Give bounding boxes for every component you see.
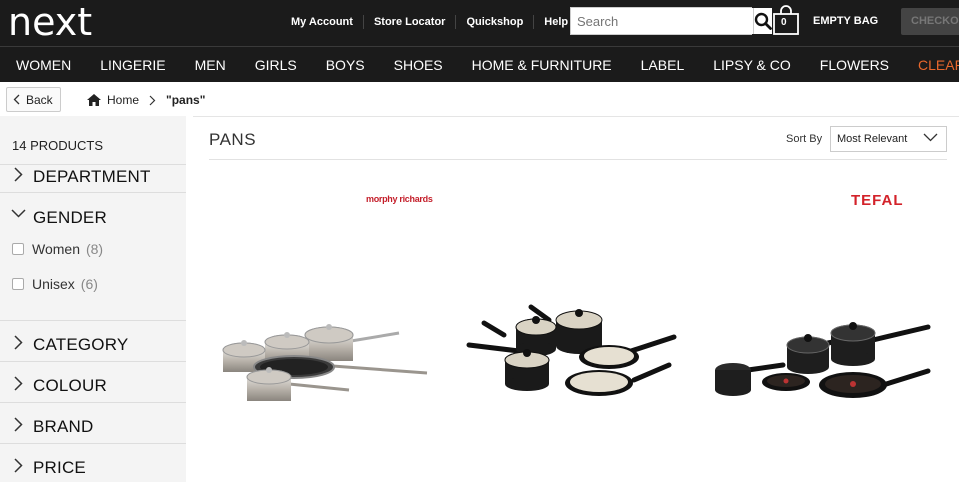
checkbox[interactable] <box>12 243 24 255</box>
nav-boys[interactable]: BOYS <box>326 48 365 82</box>
nav-women[interactable]: WOMEN <box>16 48 71 82</box>
home-icon[interactable] <box>87 94 101 106</box>
chevron-down-icon[interactable] <box>11 209 26 218</box>
chevron-right-icon <box>14 458 23 473</box>
sort-label: Sort By <box>786 133 823 145</box>
chevron-right-icon <box>14 417 23 432</box>
product-card[interactable] <box>209 175 439 475</box>
product-card[interactable] <box>708 175 938 475</box>
quickshop-link[interactable]: Quickshop <box>456 15 535 29</box>
filter-colour-label: COLOUR <box>33 376 107 395</box>
breadcrumb-home[interactable]: Home <box>107 93 139 107</box>
breadcrumb-divider <box>193 116 959 117</box>
breadcrumb-current: "pans" <box>166 93 206 107</box>
filter-price-label: PRICE <box>33 458 86 477</box>
option-count: (6) <box>80 276 98 292</box>
filter-brand-label: BRAND <box>33 417 94 436</box>
search-icon <box>754 12 772 30</box>
my-account-link[interactable]: My Account <box>281 15 364 29</box>
filter-gender-label[interactable]: GENDER <box>33 208 107 228</box>
filter-price[interactable]: PRICE <box>0 443 186 482</box>
main-nav: WOMEN LINGERIE MEN GIRLS BOYS SHOES HOME… <box>0 46 959 82</box>
nav-shoes[interactable]: SHOES <box>394 48 443 82</box>
breadcrumb: Home "pans" <box>87 91 205 109</box>
product-card[interactable] <box>459 175 689 475</box>
bag-label[interactable]: EMPTY BAG <box>813 15 878 27</box>
page-title: PANS <box>209 130 257 149</box>
nav-lipsy[interactable]: LIPSY & CO <box>713 48 791 82</box>
option-label: Women <box>32 241 80 257</box>
bag-count: 0 <box>781 17 787 28</box>
filter-department-label: DEPARTMENT <box>33 167 151 186</box>
chevron-left-icon <box>13 94 20 105</box>
sort-dropdown[interactable]: Most Relevant <box>830 126 947 152</box>
option-label: Unisex <box>32 276 75 292</box>
chevron-right-icon <box>14 335 23 350</box>
chevron-right-icon <box>14 376 23 391</box>
filter-department[interactable]: DEPARTMENT <box>0 164 186 192</box>
header-links: My Account Store Locator Quickshop Help <box>281 0 578 44</box>
site-logo[interactable]: next <box>8 2 92 42</box>
nav-men[interactable]: MEN <box>195 48 226 82</box>
store-locator-link[interactable]: Store Locator <box>364 15 457 29</box>
search-input[interactable] <box>571 8 753 34</box>
product-image-saucepan-set[interactable] <box>209 175 439 475</box>
filter-category[interactable]: CATEGORY <box>0 320 186 361</box>
nav-label[interactable]: LABEL <box>641 48 685 82</box>
search-button[interactable] <box>753 8 772 34</box>
filter-gender: GENDER Women (8) Unisex (6) <box>0 192 186 320</box>
filter-colour[interactable]: COLOUR <box>0 361 186 402</box>
filter-sidebar: 14 PRODUCTS DEPARTMENT GENDER Women (8) … <box>0 116 186 482</box>
chevron-right-icon <box>149 95 156 105</box>
title-divider <box>209 159 947 160</box>
nav-home-furniture[interactable]: HOME & FURNITURE <box>472 48 612 82</box>
gender-option-unisex[interactable]: Unisex (6) <box>12 276 98 292</box>
checkbox[interactable] <box>12 278 24 290</box>
filter-brand[interactable]: BRAND <box>0 402 186 443</box>
checkout-button[interactable]: CHECKOUT <box>901 8 959 35</box>
nav-clearance[interactable]: CLEARANCE <box>918 48 959 82</box>
search-box <box>570 7 772 35</box>
product-image-ceramic-pan-set[interactable] <box>459 175 689 475</box>
top-header: next My Account Store Locator Quickshop … <box>0 0 959 46</box>
nav-flowers[interactable]: FLOWERS <box>820 48 889 82</box>
chevron-right-icon <box>14 167 23 182</box>
nav-girls[interactable]: GIRLS <box>255 48 297 82</box>
gender-option-women[interactable]: Women (8) <box>12 241 103 257</box>
option-count: (8) <box>85 241 104 257</box>
chevron-down-icon <box>923 133 938 142</box>
nav-lingerie[interactable]: LINGERIE <box>100 48 165 82</box>
back-button[interactable]: Back <box>6 87 61 112</box>
product-image-tefal-pan-set[interactable] <box>708 175 938 475</box>
shopping-bag-button[interactable]: 0 <box>772 5 800 35</box>
sort-value: Most Relevant <box>837 133 908 145</box>
back-label: Back <box>26 92 53 107</box>
filter-category-label: CATEGORY <box>33 335 129 354</box>
product-count: 14 PRODUCTS <box>12 138 104 153</box>
